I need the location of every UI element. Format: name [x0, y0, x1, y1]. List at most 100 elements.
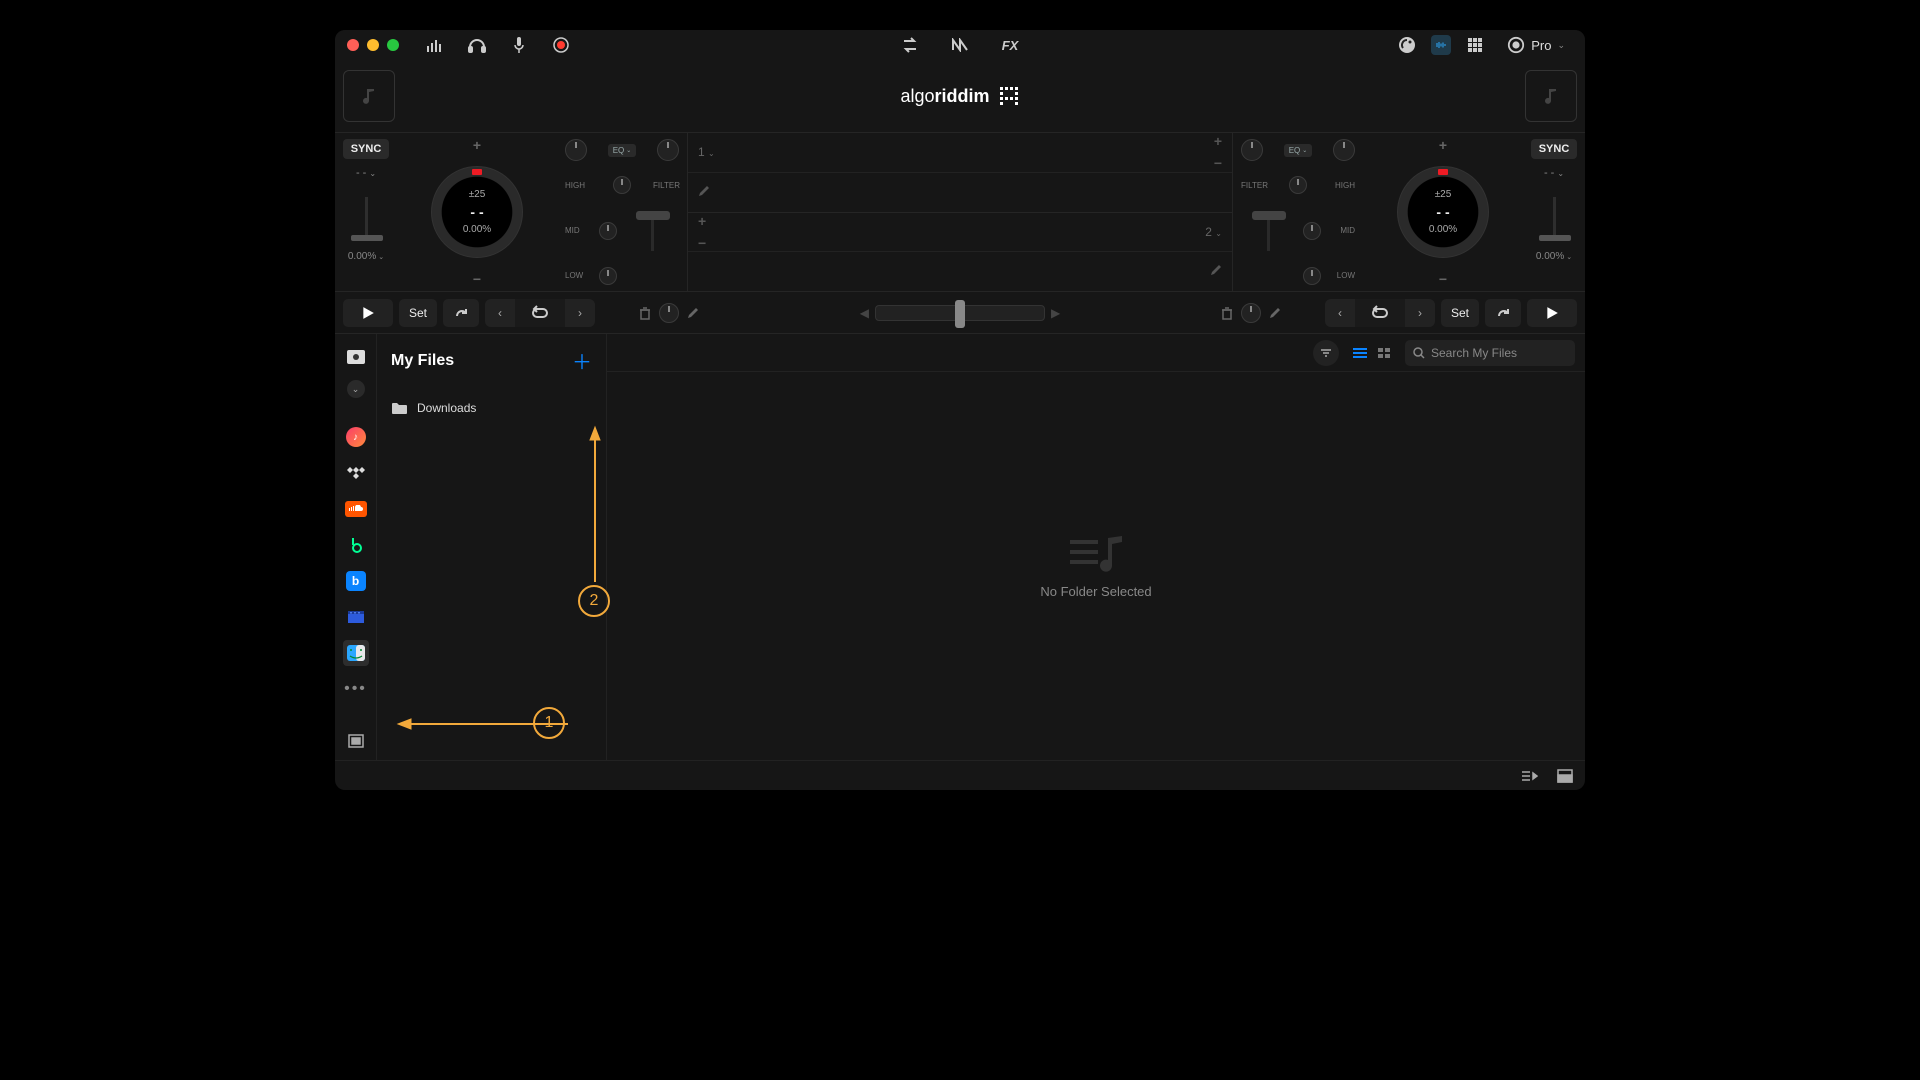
deck2-gain-knob[interactable] — [1333, 139, 1355, 161]
deck2-pitch-readout[interactable]: 0.00%⌄ — [1536, 251, 1572, 262]
plan-dropdown[interactable]: Pro ⌄ — [1499, 32, 1573, 58]
deck2-filter-knob[interactable] — [1241, 139, 1263, 161]
deck1-mid-knob[interactable] — [599, 222, 617, 240]
source-expand-icon[interactable]: ⌄ — [347, 380, 365, 398]
ch2-edit-icon[interactable] — [1210, 264, 1222, 279]
microphone-icon[interactable] — [509, 35, 529, 55]
deck1-pitch-plus[interactable]: + — [473, 137, 481, 153]
deck1-loop-toggle-button[interactable] — [515, 299, 565, 327]
deck-strip: SYNC - -⌄ 0.00%⌄ + ±25 - - 0.00% − EQ⌄ — [335, 132, 1585, 292]
xfader-right-arrow-icon[interactable]: ▶ — [1051, 306, 1060, 320]
deck2-fx-amount-knob[interactable] — [1241, 303, 1261, 323]
deck2-pitch-minus[interactable]: − — [1439, 271, 1447, 287]
deck2-cue-set-button[interactable]: Set — [1441, 299, 1479, 327]
source-beatsource-icon[interactable]: b — [343, 568, 369, 594]
deck2-sync-button[interactable]: SYNC — [1531, 139, 1578, 159]
expand-library-icon[interactable] — [1555, 766, 1575, 786]
deck1-trash-icon[interactable] — [637, 305, 653, 321]
chevron-down-icon: ⌄ — [1557, 40, 1565, 51]
deck2-pitch-plus[interactable]: + — [1439, 137, 1447, 153]
deck1-filter-knob[interactable] — [657, 139, 679, 161]
deck1-cue-jump-button[interactable] — [443, 299, 479, 327]
deck1-low-knob[interactable] — [599, 267, 617, 285]
window-controls — [347, 39, 399, 51]
record-icon[interactable] — [551, 35, 571, 55]
deck1-sync-button[interactable]: SYNC — [343, 139, 390, 159]
add-folder-button[interactable]: ＋ — [572, 346, 592, 375]
source-library-icon[interactable] — [343, 344, 369, 370]
source-videos-icon[interactable] — [343, 604, 369, 630]
channel-2-selector[interactable]: 2 ⌄ — [1205, 225, 1222, 239]
deck2-high-knob[interactable] — [1289, 176, 1307, 194]
deck1-fx-edit-icon[interactable] — [685, 305, 701, 321]
deck2-pitch-percent: 0.00% — [1429, 224, 1457, 235]
deck1-key-dropdown[interactable]: - -⌄ — [356, 167, 376, 179]
deck2-loop-toggle-button[interactable] — [1355, 299, 1405, 327]
fx-icon[interactable]: FX — [1000, 35, 1020, 55]
deck1-play-button[interactable] — [343, 299, 393, 327]
channel-1-selector[interactable]: 1 ⌄ — [698, 145, 715, 159]
folder-item-downloads[interactable]: Downloads — [391, 401, 592, 415]
deck1-loop-double-button[interactable]: › — [565, 299, 595, 327]
maximize-window-icon[interactable] — [387, 39, 399, 51]
close-window-icon[interactable] — [347, 39, 359, 51]
deck2-key-dropdown[interactable]: - -⌄ — [1544, 167, 1564, 179]
plan-label: Pro — [1531, 38, 1551, 53]
automix-icon[interactable] — [1397, 35, 1417, 55]
waveform-view-icon[interactable] — [1431, 35, 1451, 55]
deck2-loop-double-button[interactable]: › — [1405, 299, 1435, 327]
headphones-icon[interactable] — [467, 35, 487, 55]
ch1-edit-icon[interactable] — [698, 185, 710, 200]
deck1-cue-set-button[interactable]: Set — [399, 299, 437, 327]
levels-icon[interactable] — [425, 35, 445, 55]
ch1-minus-icon[interactable]: − — [1214, 155, 1222, 171]
xfader-left-arrow-icon[interactable]: ◀ — [860, 306, 869, 320]
deck1-pitch-readout[interactable]: 0.00%⌄ — [348, 251, 384, 262]
deck2-play-button[interactable] — [1527, 299, 1577, 327]
ch1-plus-icon[interactable]: + — [1214, 133, 1222, 149]
ch2-plus-icon[interactable]: + — [698, 213, 706, 229]
source-more-icon[interactable]: ••• — [343, 676, 369, 702]
deck2-eq-mode-dropdown[interactable]: EQ⌄ — [1284, 144, 1313, 157]
list-view-button[interactable] — [1349, 343, 1371, 363]
deck1-pitch-minus[interactable]: − — [473, 271, 481, 287]
deck2-low-knob[interactable] — [1303, 267, 1321, 285]
deck2-jogwheel[interactable]: ±25 - - 0.00% — [1397, 166, 1489, 258]
deck2-load-slot[interactable] — [1525, 70, 1577, 122]
deck1-eq-mode-dropdown[interactable]: EQ⌄ — [608, 144, 637, 157]
source-apple-music-icon[interactable]: ♪ — [343, 424, 369, 450]
source-finder-icon[interactable] — [343, 640, 369, 666]
automix-queue-icon[interactable] — [1519, 766, 1539, 786]
source-fullscreen-icon[interactable] — [343, 728, 369, 754]
minimize-window-icon[interactable] — [367, 39, 379, 51]
deck2-mid-knob[interactable] — [1303, 222, 1321, 240]
source-soundcloud-icon[interactable] — [343, 496, 369, 522]
deck2-mid-label: MID — [1329, 226, 1355, 235]
deck2-tempo-slider[interactable] — [1536, 189, 1572, 241]
deck1-load-slot[interactable] — [343, 70, 395, 122]
deck2-volume-fader[interactable] — [1241, 210, 1295, 252]
deck2-low-label: LOW — [1329, 271, 1355, 280]
crossfader: ◀ ▶ — [707, 298, 1213, 328]
search-input[interactable]: Search My Files — [1405, 340, 1575, 366]
sync-mode-icon[interactable] — [900, 35, 920, 55]
deck1-loop-half-button[interactable]: ‹ — [485, 299, 515, 327]
filter-button[interactable] — [1313, 340, 1339, 366]
deck2-cue-jump-button[interactable] — [1485, 299, 1521, 327]
crossfader-track[interactable] — [875, 305, 1045, 321]
grid-view-button[interactable] — [1373, 343, 1395, 363]
deck1-jogwheel[interactable]: ±25 - - 0.00% — [431, 166, 523, 258]
deck1-gain-knob[interactable] — [565, 139, 587, 161]
deck2-loop-half-button[interactable]: ‹ — [1325, 299, 1355, 327]
deck2-fx-edit-icon[interactable] — [1267, 305, 1283, 321]
source-beatport-icon[interactable] — [343, 532, 369, 558]
source-tidal-icon[interactable] — [343, 460, 369, 486]
deck1-fx-amount-knob[interactable] — [659, 303, 679, 323]
pad-grid-icon[interactable] — [1465, 35, 1485, 55]
deck1-tempo-slider[interactable] — [348, 189, 384, 241]
neural-mix-icon[interactable] — [950, 35, 970, 55]
deck2-trash-icon[interactable] — [1219, 305, 1235, 321]
deck1-volume-fader[interactable] — [625, 210, 679, 252]
deck1-high-knob[interactable] — [613, 176, 631, 194]
ch2-minus-icon[interactable]: − — [698, 235, 706, 251]
